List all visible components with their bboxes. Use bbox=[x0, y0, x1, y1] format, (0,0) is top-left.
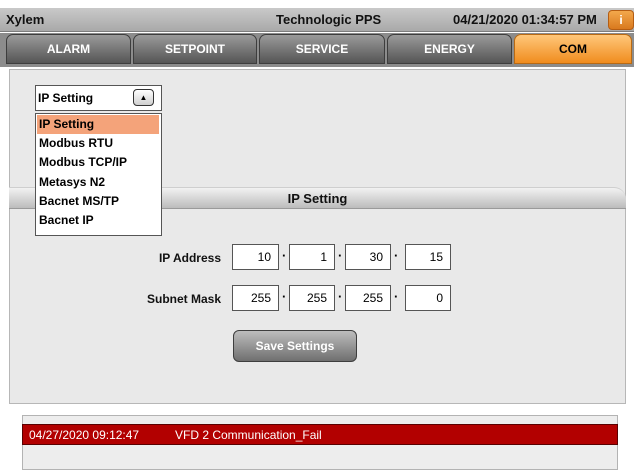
mask-octet-4-field[interactable]: 0 bbox=[405, 285, 451, 311]
option-modbus-tcp-ip[interactable]: Modbus TCP/IP bbox=[37, 153, 159, 172]
alarm-row[interactable]: 04/27/2020 09:12:47 VFD 2 Communication_… bbox=[22, 424, 618, 445]
datetime-label: 04/21/2020 01:34:57 PM bbox=[453, 12, 597, 27]
top-strip bbox=[0, 0, 634, 8]
ip-separator: · bbox=[338, 248, 343, 263]
option-metasys-n2[interactable]: Metasys N2 bbox=[37, 173, 159, 192]
tab-service[interactable]: SERVICE bbox=[259, 34, 385, 64]
save-settings-button[interactable]: Save Settings bbox=[233, 330, 357, 362]
triangle-up-icon[interactable]: ▲ bbox=[133, 89, 154, 106]
protocol-select[interactable]: IP Setting ▲ bbox=[35, 85, 162, 111]
ip-address-label: IP Address bbox=[158, 251, 221, 265]
ip-separator: · bbox=[282, 248, 287, 263]
tab-energy[interactable]: ENERGY bbox=[387, 34, 512, 64]
ip-octet-4-field[interactable]: 15 bbox=[405, 244, 451, 270]
ip-octet-2-field[interactable]: 1 bbox=[289, 244, 335, 270]
option-ip-setting[interactable]: IP Setting bbox=[37, 115, 159, 134]
brand-label: Xylem bbox=[6, 12, 45, 27]
alarm-message: VFD 2 Communication_Fail bbox=[175, 428, 322, 442]
mask-separator: · bbox=[282, 289, 287, 304]
tab-setpoint[interactable]: SETPOINT bbox=[133, 34, 257, 64]
ip-octet-1-field[interactable]: 10 bbox=[232, 244, 279, 270]
title-bar: Xylem Technologic PPS 04/21/2020 01:34:5… bbox=[0, 8, 634, 32]
mask-octet-1-field[interactable]: 255 bbox=[232, 285, 279, 311]
mask-octet-2-field[interactable]: 255 bbox=[289, 285, 335, 311]
info-icon: i bbox=[619, 13, 623, 27]
option-bacnet-ms-tp[interactable]: Bacnet MS/TP bbox=[37, 192, 159, 211]
option-modbus-rtu[interactable]: Modbus RTU bbox=[37, 134, 159, 153]
tab-bar: ALARM SETPOINT SERVICE ENERGY COM bbox=[0, 33, 634, 67]
product-label: Technologic PPS bbox=[276, 12, 382, 27]
protocol-option-list: IP Setting Modbus RTU Modbus TCP/IP Meta… bbox=[35, 113, 162, 236]
mask-octet-3-field[interactable]: 255 bbox=[345, 285, 391, 311]
tab-alarm[interactable]: ALARM bbox=[6, 34, 131, 64]
tab-com[interactable]: COM bbox=[514, 34, 632, 64]
ip-separator: · bbox=[394, 248, 399, 263]
option-bacnet-ip[interactable]: Bacnet IP bbox=[37, 211, 159, 230]
mask-separator: · bbox=[394, 289, 399, 304]
mask-separator: · bbox=[338, 289, 343, 304]
subnet-mask-label: Subnet Mask bbox=[146, 292, 221, 306]
protocol-select-value: IP Setting bbox=[38, 91, 94, 105]
alarm-timestamp: 04/27/2020 09:12:47 bbox=[29, 428, 140, 442]
ip-octet-3-field[interactable]: 30 bbox=[345, 244, 391, 270]
info-button[interactable]: i bbox=[608, 10, 634, 30]
